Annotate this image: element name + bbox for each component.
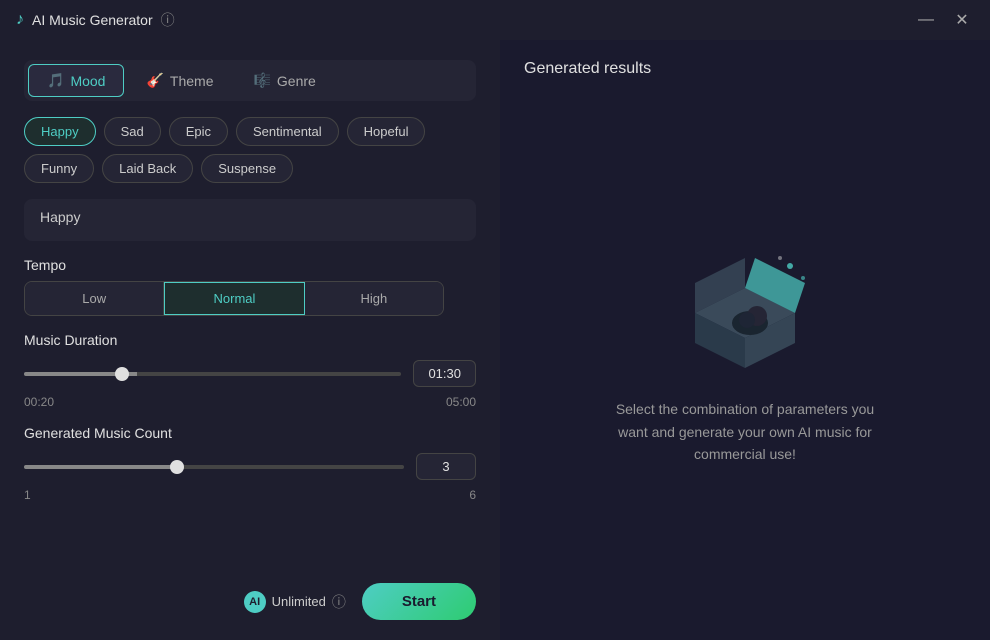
- tempo-low[interactable]: Low: [25, 282, 164, 315]
- music-duration-row: 01:30: [24, 360, 476, 387]
- tempo-buttons: Low Normal High: [24, 281, 444, 316]
- music-duration-labels: 00:20 05:00: [24, 395, 476, 409]
- music-count-section: Generated Music Count 3 1 6: [24, 425, 476, 502]
- app-icon: ♪: [16, 11, 24, 29]
- mood-tag-hopeful[interactable]: Hopeful: [347, 117, 426, 146]
- music-count-labels: 1 6: [24, 488, 476, 502]
- mood-tab-icon: 🎵: [47, 72, 64, 89]
- bottom-row: AI Unlimited ⓘ Start: [24, 575, 476, 620]
- tempo-label: Tempo: [24, 257, 476, 273]
- title-bar-left: ♪ AI Music Generator ⓘ: [16, 10, 175, 30]
- mood-tags: Happy Sad Epic Sentimental Hopeful Funny…: [24, 117, 476, 183]
- music-duration-value: 01:30: [413, 360, 476, 387]
- music-count-max: 6: [469, 488, 476, 502]
- music-count-label: Generated Music Count: [24, 425, 476, 441]
- mood-tag-laid-back[interactable]: Laid Back: [102, 154, 193, 183]
- selected-mood-display: Happy: [24, 199, 476, 241]
- music-duration-min: 00:20: [24, 395, 54, 409]
- results-content: Select the combination of parameters you…: [524, 94, 966, 620]
- tab-bar: 🎵 Mood 🎸 Theme 🎼 Genre: [24, 60, 476, 101]
- mood-tag-epic[interactable]: Epic: [169, 117, 228, 146]
- music-count-slider[interactable]: [24, 465, 404, 469]
- app-title: AI Music Generator: [32, 12, 153, 28]
- theme-tab-icon: 🎸: [146, 72, 163, 89]
- close-button[interactable]: ✕: [950, 8, 974, 32]
- right-panel: Generated results: [500, 40, 990, 640]
- mood-tag-sad[interactable]: Sad: [104, 117, 161, 146]
- box-illustration: [675, 248, 815, 378]
- title-bar: ♪ AI Music Generator ⓘ — ✕: [0, 0, 990, 40]
- music-duration-slider[interactable]: [24, 372, 401, 376]
- window-controls: — ✕: [914, 8, 974, 32]
- mood-tag-suspense[interactable]: Suspense: [201, 154, 293, 183]
- tab-genre[interactable]: 🎼 Genre: [235, 64, 333, 97]
- minimize-button[interactable]: —: [914, 8, 938, 32]
- app-body: 🎵 Mood 🎸 Theme 🎼 Genre Happy Sad Epic Se…: [0, 40, 990, 640]
- start-button[interactable]: Start: [362, 583, 476, 620]
- tab-theme-label: Theme: [170, 73, 214, 89]
- tempo-normal[interactable]: Normal: [164, 282, 304, 315]
- mood-tag-happy[interactable]: Happy: [24, 117, 96, 146]
- tab-mood-label: Mood: [70, 73, 105, 89]
- music-count-min: 1: [24, 488, 31, 502]
- tempo-section: Tempo Low Normal High: [24, 257, 476, 316]
- mood-tag-sentimental[interactable]: Sentimental: [236, 117, 339, 146]
- tab-mood[interactable]: 🎵 Mood: [28, 64, 124, 97]
- unlimited-info-icon[interactable]: ⓘ: [332, 592, 346, 612]
- tab-genre-label: Genre: [277, 73, 316, 89]
- results-description: Select the combination of parameters you…: [605, 398, 885, 465]
- tab-theme[interactable]: 🎸 Theme: [128, 64, 231, 97]
- left-panel: 🎵 Mood 🎸 Theme 🎼 Genre Happy Sad Epic Se…: [0, 40, 500, 640]
- selected-mood-text: Happy: [40, 209, 80, 225]
- ai-icon: AI: [244, 591, 266, 613]
- mood-tag-funny[interactable]: Funny: [24, 154, 94, 183]
- music-duration-max: 05:00: [446, 395, 476, 409]
- music-count-row: 3: [24, 453, 476, 480]
- tempo-high[interactable]: High: [305, 282, 443, 315]
- genre-tab-icon: 🎼: [253, 72, 270, 89]
- music-duration-section: Music Duration 01:30 00:20 05:00: [24, 332, 476, 409]
- music-count-value: 3: [416, 453, 476, 480]
- unlimited-badge: AI Unlimited ⓘ: [244, 591, 346, 613]
- results-title: Generated results: [524, 60, 651, 78]
- music-duration-label: Music Duration: [24, 332, 476, 348]
- info-icon[interactable]: ⓘ: [161, 10, 175, 30]
- unlimited-label: Unlimited: [272, 594, 326, 609]
